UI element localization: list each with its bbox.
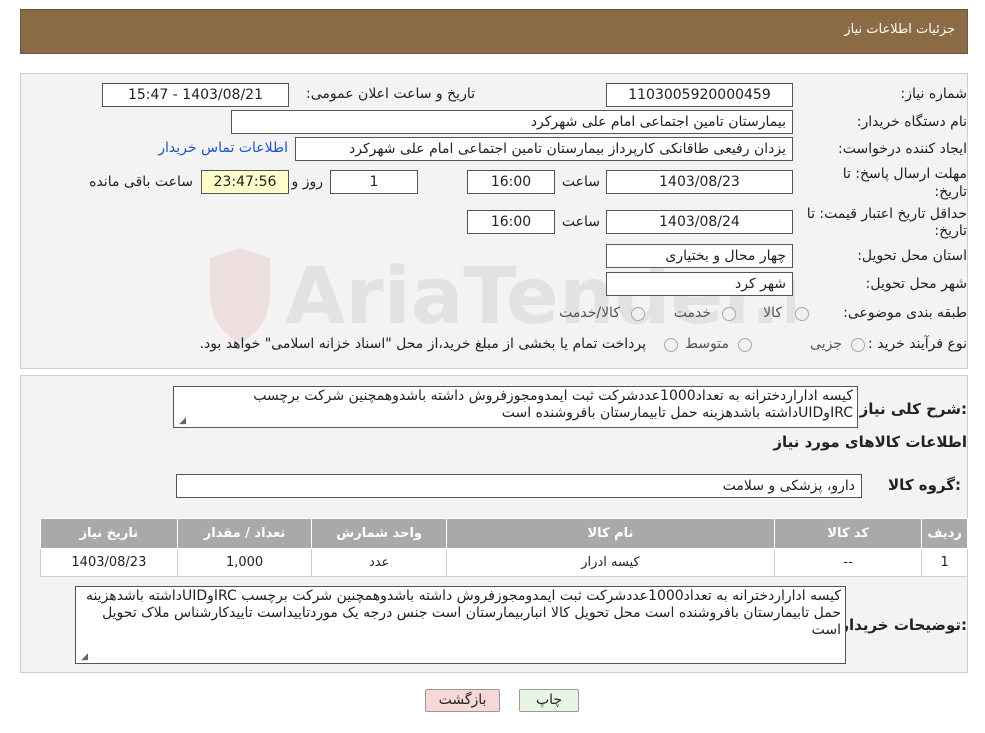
category-radio-goods[interactable] <box>795 307 809 321</box>
print-button[interactable]: چاپ <box>519 689 579 712</box>
validity-label-2: تاریخ: <box>934 223 967 239</box>
deadline-label: مهلت ارسال پاسخ: تا <box>842 166 967 182</box>
col-header-code: کد کالا <box>774 518 923 549</box>
province-label: استان محل تحویل: <box>857 248 967 264</box>
category-label: طبقه بندی موضوعی: <box>843 305 967 321</box>
cell-unit: عدد <box>311 548 447 577</box>
remaining-time-field: 23:47:56 <box>201 170 289 194</box>
validity-label: حداقل تاریخ اعتبار قیمت: تا <box>806 206 967 222</box>
validity-time-field: 16:00 <box>467 210 555 234</box>
page-title: جزئیات اطلاعات نیاز <box>844 22 955 37</box>
table-row: 1 -- کیسه ادرار عدد 1,000 1403/08/23 <box>40 548 968 577</box>
category-radio-service[interactable] <box>722 307 736 321</box>
deadline-date-field: 1403/08/23 <box>606 170 793 194</box>
col-header-unit: واحد شمارش <box>311 518 447 549</box>
goods-section-title: اطلاعات کالاهای مورد نیاز <box>773 433 967 451</box>
buyer-notes-label: توضیحات خریدار: <box>840 616 967 634</box>
summary-label: شرح کلی نیاز: <box>859 400 967 418</box>
deadline-time-label: ساعت <box>561 174 600 190</box>
goods-group-field: دارو، پزشکی و سلامت <box>176 474 862 498</box>
process-option-minor: جزیی <box>810 336 842 352</box>
cell-qty: 1,000 <box>176 548 313 577</box>
summary-text: کیسه اداراردخترانه به تعداد1000عددشرکت ث… <box>253 388 853 421</box>
process-note: پرداخت تمام یا بخشی از مبلغ خرید،از محل … <box>199 336 646 352</box>
validity-date-field: 1403/08/24 <box>606 210 793 234</box>
summary-textarea[interactable]: کیسه اداراردخترانه به تعداد1000عددشرکت ث… <box>173 386 858 428</box>
category-option-goods: کالا <box>763 305 782 321</box>
category-option-service: خدمت <box>673 305 711 321</box>
goods-table: ردیف کد کالا نام کالا واحد شمارش تعداد /… <box>40 518 968 577</box>
resize-handle-icon[interactable]: ◢ <box>78 652 88 662</box>
province-field: چهار محال و بختیاری <box>606 244 793 268</box>
goods-group-label: گروه کالا: <box>888 476 961 494</box>
deadline-time-field: 16:00 <box>467 170 555 194</box>
back-button[interactable]: بازگشت <box>425 689 500 712</box>
days-label: روز و <box>291 174 324 190</box>
need-number-field: 1103005920000459 <box>606 83 793 107</box>
deadline-label-2: تاریخ: <box>934 184 967 200</box>
buyer-org-label: نام دستگاه خریدار: <box>856 114 967 130</box>
need-number-label: شماره نیاز: <box>900 86 968 102</box>
creator-label: ایجاد کننده درخواست: <box>838 141 967 157</box>
remaining-label: ساعت باقی مانده <box>89 174 193 190</box>
buyer-contact-link[interactable]: اطلاعات تماس خریدار <box>158 140 288 156</box>
process-radio-minor[interactable] <box>851 338 865 352</box>
table-header-row: ردیف کد کالا نام کالا واحد شمارش تعداد /… <box>40 518 968 549</box>
cell-code: -- <box>774 548 923 577</box>
col-header-date: تاریخ نیاز <box>40 518 178 549</box>
city-label: شهر محل تحویل: <box>865 276 967 292</box>
cell-date: 1403/08/23 <box>40 548 178 577</box>
col-header-qty: تعداد / مقدار <box>176 518 313 549</box>
cell-name: کیسه ادرار <box>445 548 776 577</box>
header-bar <box>20 9 968 54</box>
buyer-notes-textarea[interactable]: کیسه اداراردخترانه به تعداد1000عددشرکت ث… <box>75 586 846 664</box>
col-header-name: نام کالا <box>445 518 776 549</box>
resize-handle-icon[interactable]: ◢ <box>176 416 186 426</box>
process-label: نوع فرآیند خرید : <box>868 336 967 352</box>
buyer-notes-text: کیسه اداراردخترانه به تعداد1000عددشرکت ث… <box>85 588 841 638</box>
col-header-row-number: ردیف <box>921 518 968 549</box>
category-radio-goods-service[interactable] <box>631 307 645 321</box>
process-option-medium: متوسط <box>685 336 729 352</box>
treasury-checkbox[interactable] <box>664 338 678 352</box>
buyer-org-field: بیمارستان تامین اجتماعی امام علی شهرکرد <box>231 110 793 134</box>
announce-label: تاریخ و ساعت اعلان عمومی: <box>306 86 475 102</box>
days-field: 1 <box>330 170 418 194</box>
city-field: شهر کرد <box>606 272 793 296</box>
creator-field: یزدان رفیعی طاقانکی کارپرداز بیمارستان ت… <box>295 137 793 161</box>
announce-field: 1403/08/21 - 15:47 <box>102 83 289 107</box>
category-option-goods-service: کالا/خدمت <box>559 305 620 321</box>
process-radio-medium[interactable] <box>738 338 752 352</box>
validity-time-label: ساعت <box>561 214 600 230</box>
cell-row-number: 1 <box>921 548 968 577</box>
